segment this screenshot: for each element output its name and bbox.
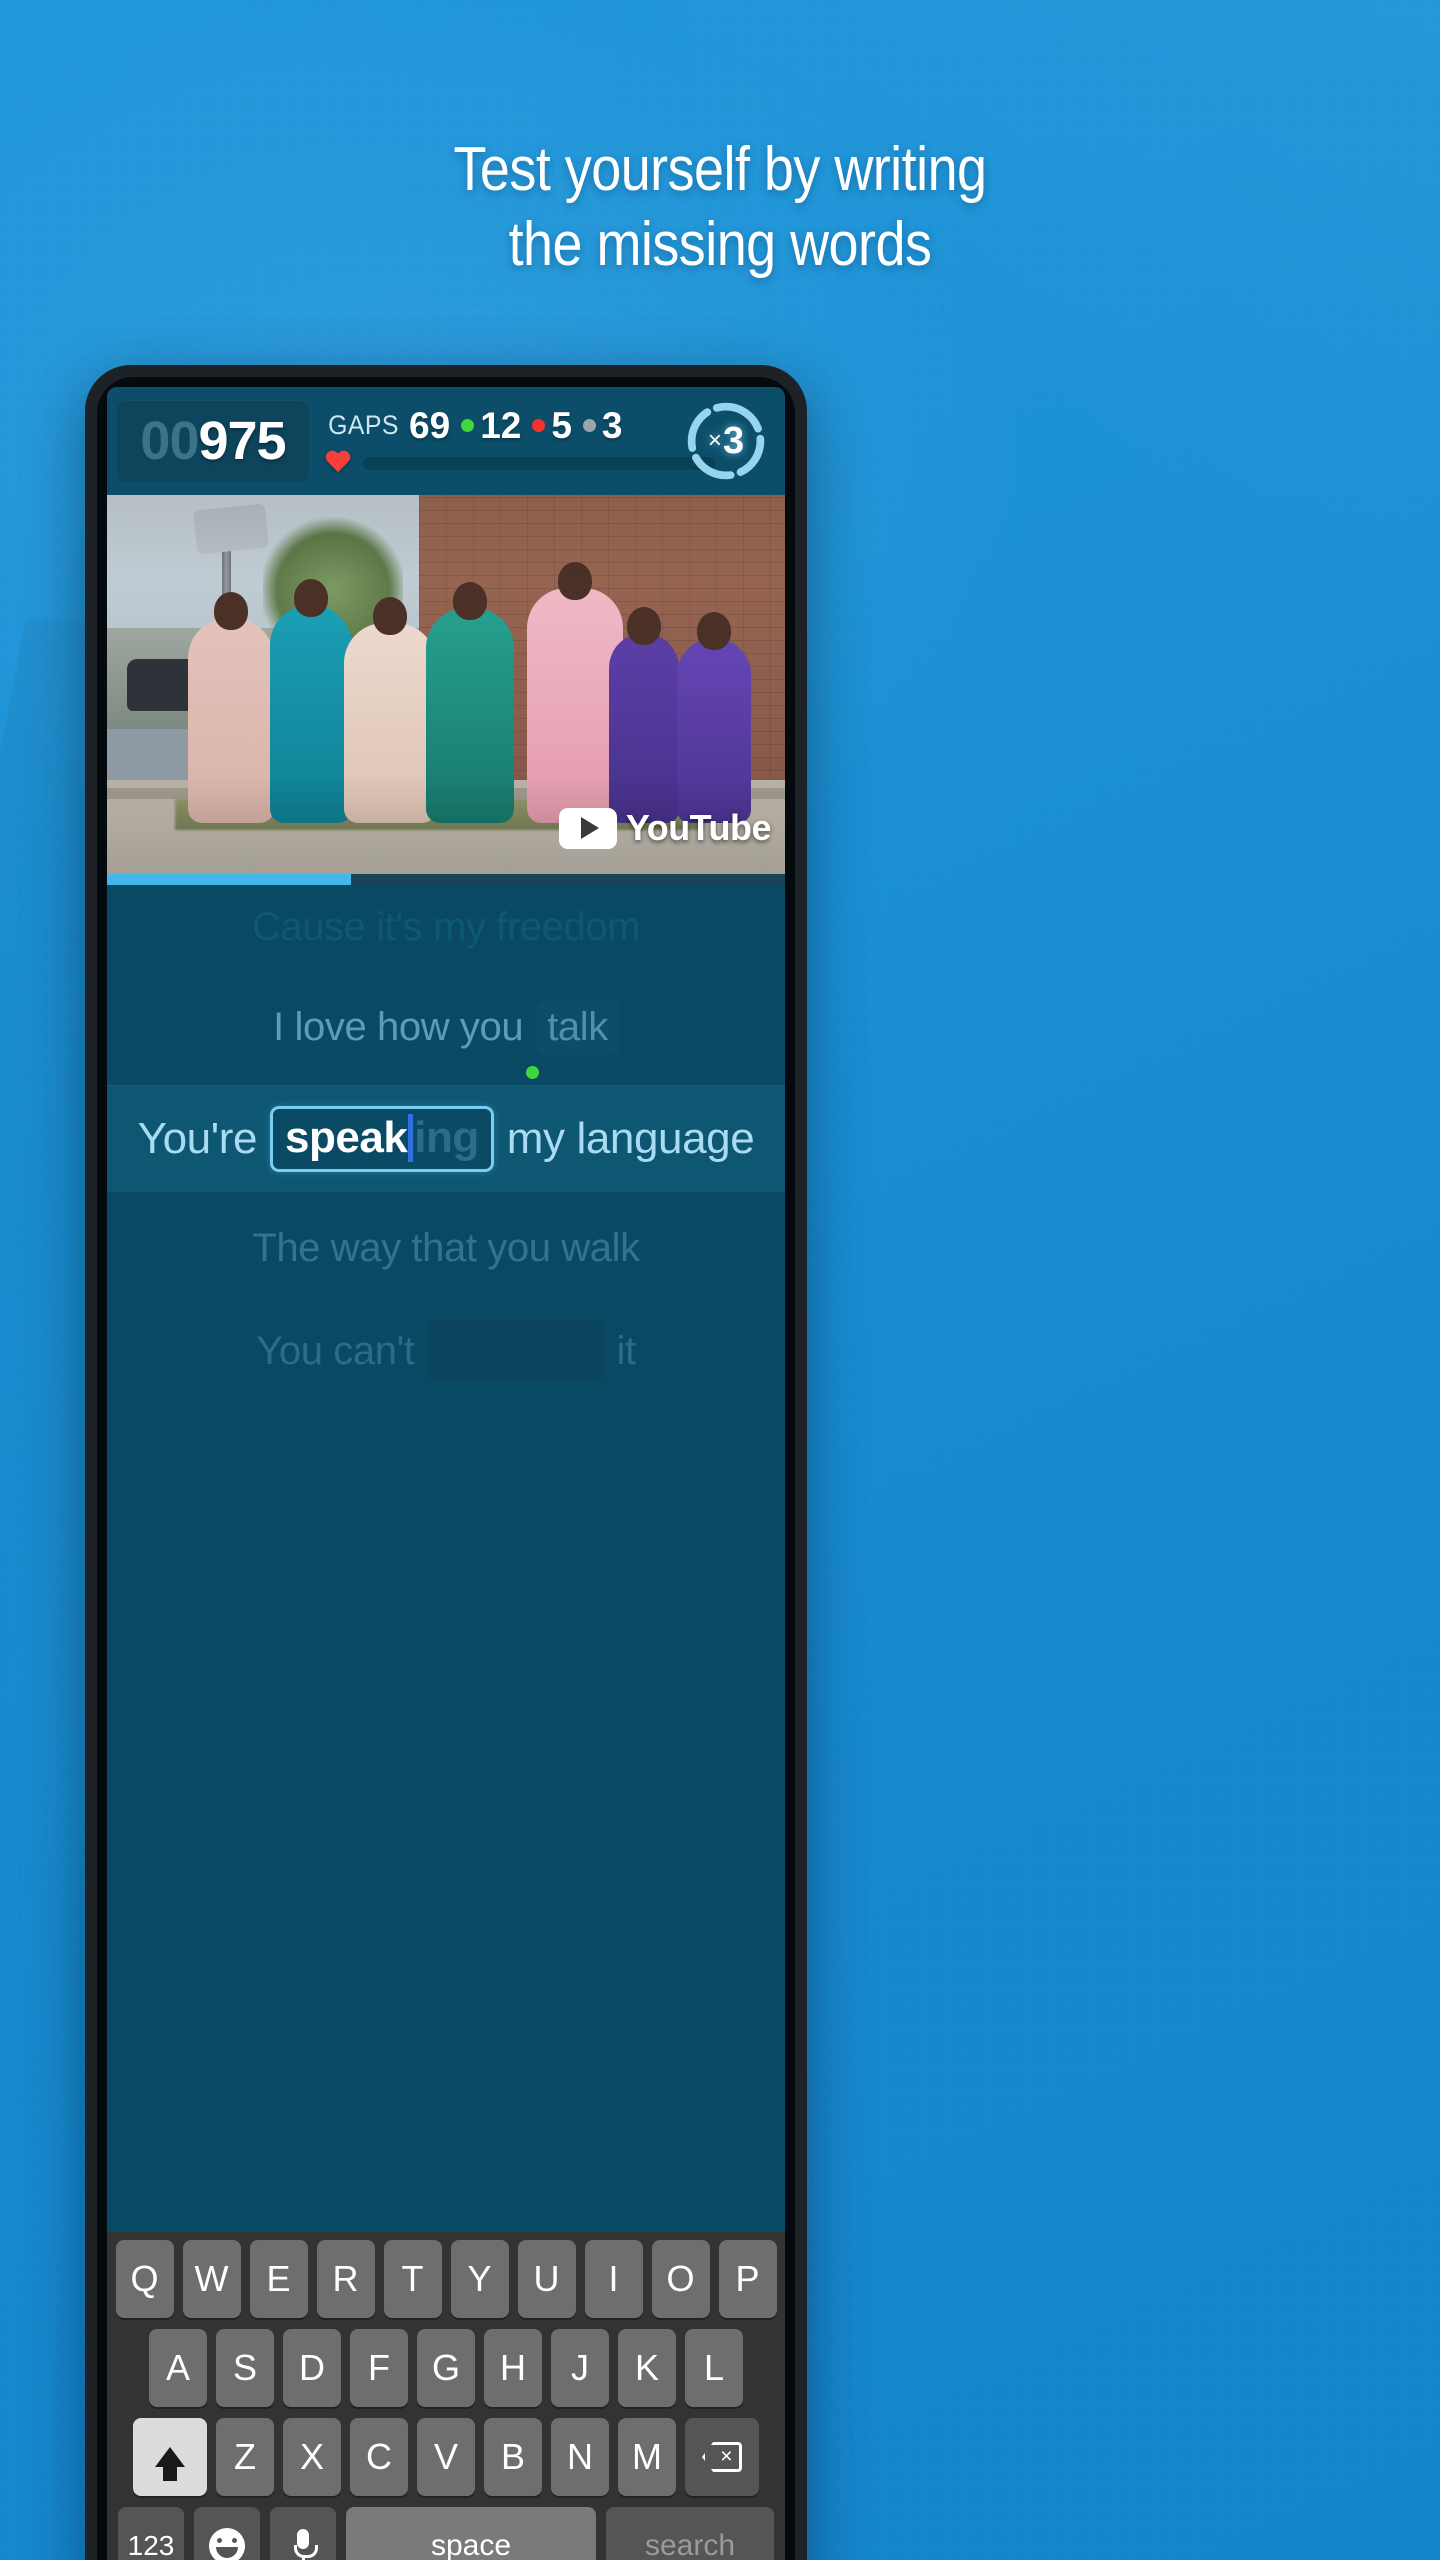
typed-text: speak bbox=[285, 1112, 408, 1162]
key-b[interactable]: B bbox=[484, 2418, 542, 2496]
lyrics-panel: Cause it's my freedom I love how you tal… bbox=[107, 885, 785, 2232]
gaps-label: GAPS bbox=[328, 410, 399, 440]
voice-input-key[interactable] bbox=[270, 2507, 336, 2560]
gaps-total-value: 69 bbox=[409, 405, 451, 446]
lyric-text-before-gap: You can't bbox=[256, 1328, 415, 1373]
key-a[interactable]: A bbox=[149, 2329, 207, 2407]
stat-wrong-value: 5 bbox=[551, 405, 572, 446]
smiley-icon bbox=[209, 2528, 245, 2560]
key-o[interactable]: O bbox=[651, 2240, 710, 2318]
key-d[interactable]: D bbox=[283, 2329, 341, 2407]
key-j[interactable]: J bbox=[551, 2329, 609, 2407]
key-c[interactable]: C bbox=[350, 2418, 408, 2496]
lyric-text-after-gap: it bbox=[616, 1328, 637, 1373]
stat-wrong: 5 bbox=[532, 407, 572, 444]
heart-icon bbox=[325, 451, 351, 475]
shift-key[interactable] bbox=[133, 2418, 207, 2496]
text-caret bbox=[408, 1113, 414, 1162]
score-box: 00975 bbox=[117, 400, 309, 482]
key-t[interactable]: T bbox=[383, 2240, 442, 2318]
key-s[interactable]: S bbox=[216, 2329, 274, 2407]
stat-skipped-value: 3 bbox=[601, 405, 623, 446]
gap-correct-dot-icon bbox=[526, 1066, 539, 1079]
numbers-key[interactable]: 123 bbox=[118, 2507, 184, 2560]
microphone-icon bbox=[294, 2529, 318, 2560]
phone-bezel: 00975 GAPS 69 12 5 3 × 3 YouTube Cause i… bbox=[97, 377, 795, 2560]
page-title: Test yourself by writing the missing wor… bbox=[94, 138, 1347, 277]
key-e[interactable]: E bbox=[249, 2240, 308, 2318]
multiplier-number: 3 bbox=[722, 420, 745, 462]
lyric-text-before-gap: You're bbox=[137, 1114, 258, 1163]
lyric-text: The way that you walk bbox=[252, 1225, 640, 1270]
on-screen-keyboard: QWERTYUIOP ASDFGHJKL ZXCVBNM × 123 space… bbox=[107, 2232, 785, 2560]
shift-arrow-icon bbox=[155, 2447, 185, 2481]
key-x[interactable]: X bbox=[283, 2418, 341, 2496]
keyboard-row-1: QWERTYUIOP bbox=[112, 2240, 780, 2318]
lyric-text: I love how you bbox=[273, 1004, 524, 1049]
key-g[interactable]: G bbox=[417, 2329, 475, 2407]
score-value: 975 bbox=[198, 411, 286, 471]
lyric-text-after-gap: my language bbox=[506, 1114, 755, 1163]
keyboard-row-2: ASDFGHJKL bbox=[112, 2329, 780, 2407]
key-w[interactable]: W bbox=[182, 2240, 241, 2318]
stat-skipped: 3 bbox=[582, 405, 623, 446]
lyric-line-active: You're speak ing my language bbox=[107, 1085, 785, 1193]
key-h[interactable]: H bbox=[484, 2329, 542, 2407]
key-n[interactable]: N bbox=[551, 2418, 609, 2496]
key-q[interactable]: Q bbox=[115, 2240, 174, 2318]
app-screen: 00975 GAPS 69 12 5 3 × 3 YouTube Cause i… bbox=[107, 387, 785, 2560]
gray-dot-icon bbox=[582, 419, 596, 432]
key-z[interactable]: Z bbox=[216, 2418, 274, 2496]
youtube-label: YouTube bbox=[625, 807, 772, 848]
multiplier-value: × 3 bbox=[683, 398, 769, 484]
score-leading-zeros: 00 bbox=[140, 411, 199, 471]
keyboard-row-3: ZXCVBNM × bbox=[112, 2418, 780, 2496]
gap-text-input[interactable]: speak ing bbox=[270, 1106, 494, 1172]
stat-correct: 12 bbox=[461, 407, 521, 444]
red-dot-icon bbox=[532, 419, 546, 432]
lyric-line-next-2: You can't it bbox=[107, 1303, 785, 1399]
hint-remaining-text: ing bbox=[414, 1112, 479, 1162]
emoji-key[interactable] bbox=[194, 2507, 260, 2560]
search-key[interactable]: search bbox=[606, 2507, 774, 2560]
youtube-play-icon bbox=[558, 807, 617, 849]
game-hud: 00975 GAPS 69 12 5 3 × 3 bbox=[107, 387, 785, 495]
phone-mockup-frame: 00975 GAPS 69 12 5 3 × 3 YouTube Cause i… bbox=[85, 365, 807, 2560]
key-u[interactable]: U bbox=[517, 2240, 576, 2318]
lyric-line-previous-1: I love how you talk bbox=[107, 969, 785, 1085]
score-multiplier-badge: × 3 bbox=[683, 398, 769, 484]
green-dot-icon bbox=[461, 419, 475, 432]
key-k[interactable]: K bbox=[618, 2329, 676, 2407]
key-r[interactable]: R bbox=[316, 2240, 375, 2318]
video-progress-fill bbox=[107, 874, 352, 885]
life-track bbox=[363, 456, 715, 470]
keyboard-row-4: 123 space search bbox=[112, 2507, 780, 2560]
lyric-gap-empty[interactable] bbox=[427, 1320, 604, 1382]
video-progress-bar[interactable] bbox=[107, 874, 785, 885]
key-f[interactable]: F bbox=[350, 2329, 408, 2407]
lyric-line-previous-2: Cause it's my freedom bbox=[107, 885, 785, 969]
space-key[interactable]: space bbox=[346, 2507, 596, 2560]
key-p[interactable]: P bbox=[718, 2240, 777, 2318]
key-m[interactable]: M bbox=[618, 2418, 676, 2496]
lyric-text: Cause it's my freedom bbox=[251, 904, 641, 949]
key-i[interactable]: I bbox=[584, 2240, 643, 2318]
key-y[interactable]: Y bbox=[450, 2240, 509, 2318]
headline-line-1: Test yourself by writing bbox=[453, 135, 987, 204]
video-player[interactable]: YouTube bbox=[107, 495, 785, 885]
headline-line-2: the missing words bbox=[508, 209, 932, 279]
lyric-gap-answered[interactable]: talk bbox=[536, 999, 619, 1055]
lyric-line-next-1: The way that you walk bbox=[107, 1193, 785, 1303]
multiplier-x-symbol: × bbox=[707, 427, 722, 454]
youtube-badge[interactable]: YouTube bbox=[558, 807, 772, 849]
stat-correct-value: 12 bbox=[480, 405, 522, 446]
key-l[interactable]: L bbox=[685, 2329, 743, 2407]
key-v[interactable]: V bbox=[417, 2418, 475, 2496]
backspace-key[interactable]: × bbox=[685, 2418, 759, 2496]
backspace-icon: × bbox=[702, 2442, 742, 2472]
